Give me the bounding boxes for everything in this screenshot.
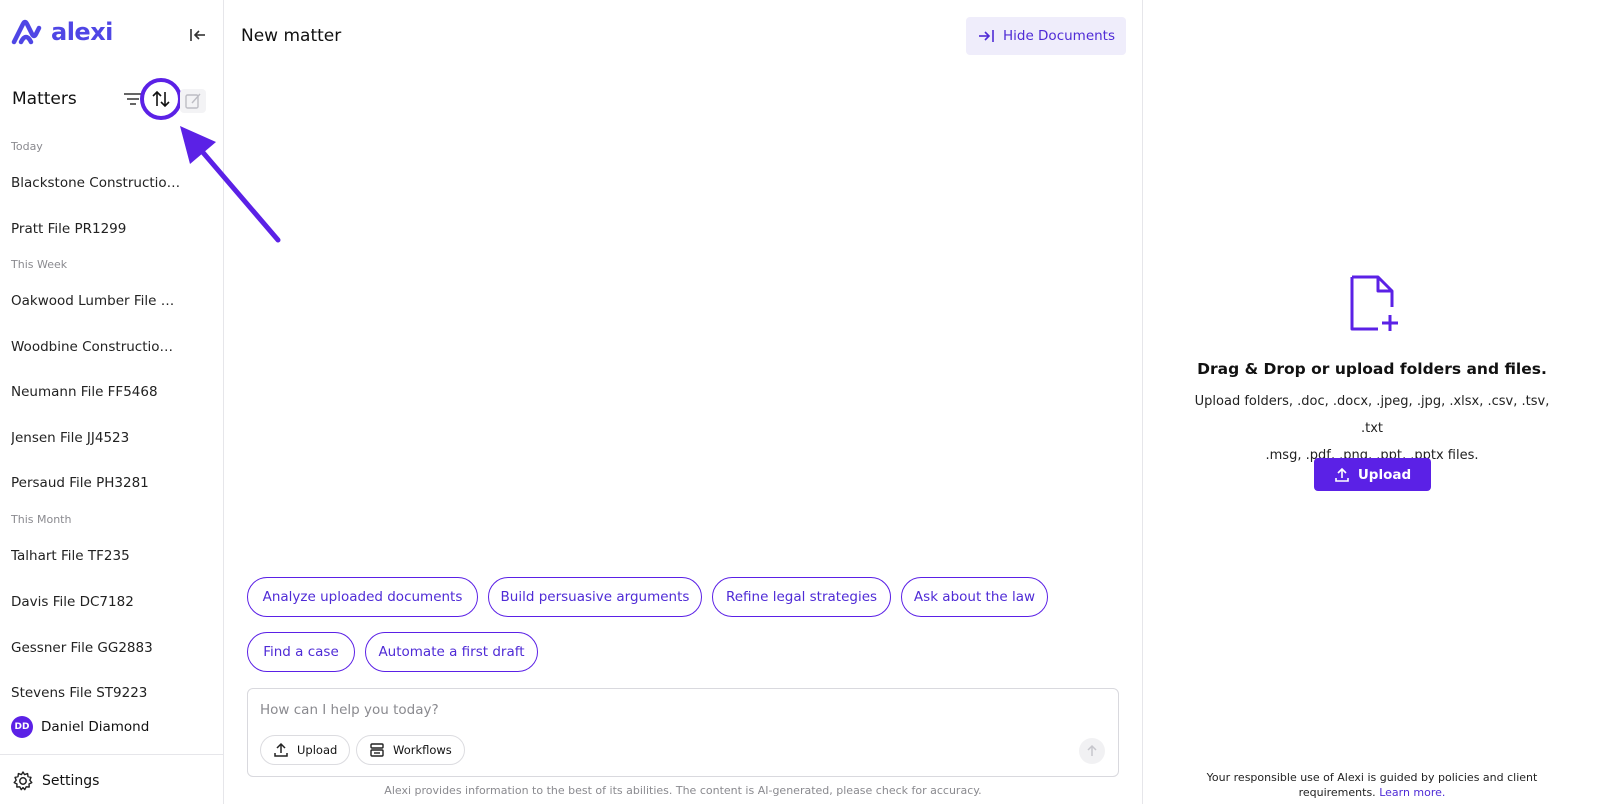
settings-label: Settings bbox=[42, 773, 100, 789]
edit-icon bbox=[185, 93, 201, 109]
drop-zone-title: Drag & Drop or upload folders and files. bbox=[1197, 360, 1547, 378]
policy-note: Your responsible use of Alexi is guided … bbox=[1183, 770, 1561, 800]
matter-item[interactable]: Stevens File ST9223 bbox=[11, 685, 181, 701]
section-label-this-month: This Month bbox=[11, 513, 72, 526]
matter-item[interactable]: Davis File DC7182 bbox=[11, 594, 181, 610]
documents-panel[interactable]: Drag & Drop or upload folders and files.… bbox=[1142, 0, 1600, 804]
matter-item[interactable]: Neumann File FF5468 bbox=[11, 384, 181, 400]
matter-item[interactable]: Oakwood Lumber File FT… bbox=[11, 293, 181, 309]
workflows-icon bbox=[370, 743, 384, 757]
chat-input[interactable] bbox=[260, 699, 1100, 721]
sort-button[interactable] bbox=[140, 78, 182, 120]
matter-item[interactable]: Pratt File PR1299 bbox=[11, 221, 181, 237]
chat-composer: Upload Workflows bbox=[247, 688, 1119, 777]
matter-item[interactable]: Talhart File TF235 bbox=[11, 548, 181, 564]
main-panel: New matter Hide Documents Analyze upload… bbox=[224, 0, 1142, 804]
sidebar: alexi Matters Today Blackstone Construct… bbox=[0, 0, 224, 804]
composer-upload-label: Upload bbox=[297, 743, 338, 757]
sort-arrows-icon bbox=[152, 90, 170, 108]
composer-upload-button[interactable]: Upload bbox=[260, 735, 351, 765]
user-profile[interactable]: DD Daniel Diamond bbox=[11, 716, 149, 738]
gear-icon bbox=[13, 771, 33, 791]
settings-button[interactable]: Settings bbox=[12, 770, 99, 792]
workflows-button[interactable]: Workflows bbox=[356, 735, 465, 765]
section-label-today: Today bbox=[11, 140, 43, 153]
logo-text: alexi bbox=[51, 18, 113, 46]
sidebar-divider bbox=[0, 754, 224, 755]
upload-icon bbox=[274, 742, 288, 757]
policy-text: Your responsible use of Alexi is guided … bbox=[1206, 771, 1538, 799]
user-name: Daniel Diamond bbox=[41, 719, 150, 735]
learn-more-link[interactable]: Learn more. bbox=[1379, 786, 1445, 799]
chip-automate-draft[interactable]: Automate a first draft bbox=[365, 632, 538, 672]
ai-disclaimer: Alexi provides information to the best o… bbox=[384, 784, 982, 797]
section-label-this-week: This Week bbox=[11, 258, 68, 271]
workflows-label: Workflows bbox=[393, 743, 452, 757]
send-button[interactable] bbox=[1079, 738, 1105, 764]
chip-find-case[interactable]: Find a case bbox=[247, 632, 355, 672]
avatar: DD bbox=[11, 716, 33, 738]
matter-item[interactable]: Gessner File GG2883 bbox=[11, 640, 181, 656]
alexi-logo[interactable]: alexi bbox=[11, 18, 113, 46]
matter-item[interactable]: Blackstone Construction… bbox=[11, 175, 181, 191]
matter-item[interactable]: Jensen File JJ4523 bbox=[11, 430, 181, 446]
matter-item[interactable]: Persaud File PH3281 bbox=[11, 475, 181, 491]
hide-documents-label: Hide Documents bbox=[1002, 28, 1116, 44]
add-file-icon bbox=[1350, 275, 1398, 331]
upload-icon bbox=[1335, 467, 1349, 482]
drop-zone-desc-line1: Upload folders, .doc, .docx, .jpeg, .jpg… bbox=[1194, 394, 1550, 436]
page-title: New matter bbox=[241, 26, 342, 46]
matters-heading: Matters bbox=[12, 89, 77, 109]
hide-documents-button[interactable]: Hide Documents bbox=[966, 17, 1126, 55]
drop-zone-description: Upload folders, .doc, .docx, .jpeg, .jpg… bbox=[1183, 388, 1561, 469]
new-matter-button[interactable] bbox=[180, 89, 206, 113]
collapse-right-icon bbox=[978, 30, 994, 42]
chip-analyze-documents[interactable]: Analyze uploaded documents bbox=[247, 577, 478, 617]
logo-mark-icon bbox=[11, 19, 42, 45]
chip-ask-law[interactable]: Ask about the law bbox=[901, 577, 1048, 617]
app-window: alexi Matters Today Blackstone Construct… bbox=[0, 0, 1600, 804]
matter-item[interactable]: Woodbine Construction … bbox=[11, 339, 181, 355]
upload-button-label: Upload bbox=[1357, 466, 1412, 483]
collapse-left-icon bbox=[190, 29, 205, 41]
upload-button[interactable]: Upload bbox=[1314, 458, 1431, 491]
chip-build-arguments[interactable]: Build persuasive arguments bbox=[488, 577, 702, 617]
collapse-sidebar-button[interactable] bbox=[186, 24, 210, 46]
chip-refine-strategies[interactable]: Refine legal strategies bbox=[712, 577, 891, 617]
arrow-up-icon bbox=[1087, 744, 1097, 756]
